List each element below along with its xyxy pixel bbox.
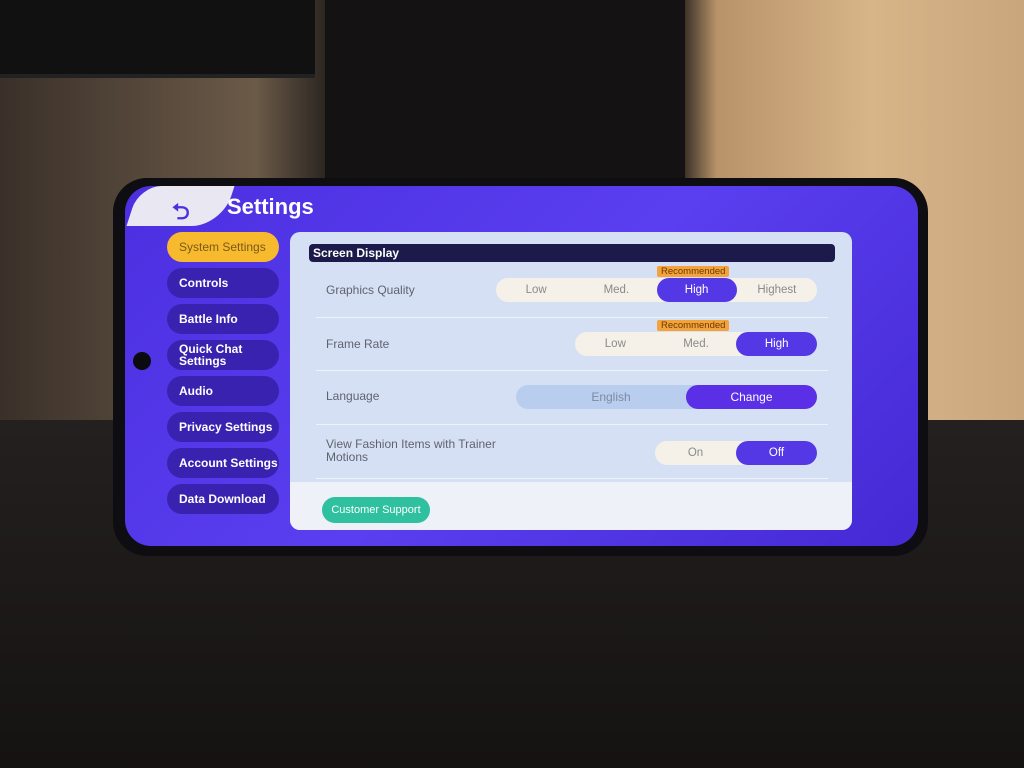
option-on[interactable]: On bbox=[655, 441, 736, 465]
sidebar-item-battle-info[interactable]: Battle Info bbox=[167, 304, 279, 334]
language-value: English bbox=[516, 385, 706, 409]
sidebar: System Settings Controls Battle Info Qui… bbox=[167, 232, 279, 520]
sidebar-item-account-settings[interactable]: Account Settings bbox=[167, 448, 279, 478]
recommended-badge: Recommended bbox=[657, 266, 730, 277]
back-arrow-icon[interactable]: ⮌ bbox=[172, 195, 190, 233]
change-language-button[interactable]: Change bbox=[686, 385, 817, 409]
sidebar-item-data-download[interactable]: Data Download bbox=[167, 484, 279, 514]
option-highest[interactable]: Highest bbox=[737, 278, 817, 302]
fashion-toggle: On Off bbox=[655, 441, 817, 465]
graphics-quality-row: Graphics Quality Recommended Low Med. Hi… bbox=[316, 266, 828, 318]
page-title: Settings bbox=[227, 194, 314, 219]
settings-panel: Screen Display Graphics Quality Recommen… bbox=[290, 232, 852, 530]
graphics-quality-label: Graphics Quality bbox=[326, 283, 415, 297]
recommended-badge: Recommended bbox=[657, 320, 730, 331]
sidebar-item-privacy-settings[interactable]: Privacy Settings bbox=[167, 412, 279, 442]
section-title: Screen Display bbox=[309, 244, 835, 262]
sidebar-item-quick-chat-settings[interactable]: Quick Chat Settings bbox=[167, 340, 279, 370]
language-label: Language bbox=[326, 389, 380, 403]
phone-screen: ⮌ Settings System Settings Controls Batt… bbox=[125, 186, 918, 546]
frame-rate-row: Frame Rate Recommended Low Med. High bbox=[316, 318, 828, 371]
sidebar-item-controls[interactable]: Controls bbox=[167, 268, 279, 298]
option-low[interactable]: Low bbox=[496, 278, 576, 302]
frame-rate-selector: Low Med. High bbox=[575, 332, 818, 356]
graphics-quality-selector: Low Med. High Highest bbox=[496, 278, 817, 302]
option-med[interactable]: Med. bbox=[576, 278, 656, 302]
camera-hole bbox=[133, 352, 151, 370]
option-low[interactable]: Low bbox=[575, 332, 656, 356]
background-speaker bbox=[325, 0, 685, 190]
fashion-row: View Fashion Items with Trainer Motions … bbox=[316, 425, 828, 479]
language-row: Language English Change bbox=[316, 371, 828, 425]
customer-support-button[interactable]: Customer Support bbox=[322, 497, 430, 523]
option-med[interactable]: Med. bbox=[656, 332, 737, 356]
background-monitor bbox=[0, 0, 315, 78]
frame-rate-label: Frame Rate bbox=[326, 337, 390, 351]
option-high[interactable]: High bbox=[736, 332, 818, 356]
option-off[interactable]: Off bbox=[736, 441, 817, 465]
option-high[interactable]: High bbox=[656, 278, 737, 302]
fashion-label: View Fashion Items with Trainer Motions bbox=[326, 437, 496, 464]
sidebar-item-audio[interactable]: Audio bbox=[167, 376, 279, 406]
sidebar-item-system-settings[interactable]: System Settings bbox=[167, 232, 279, 262]
